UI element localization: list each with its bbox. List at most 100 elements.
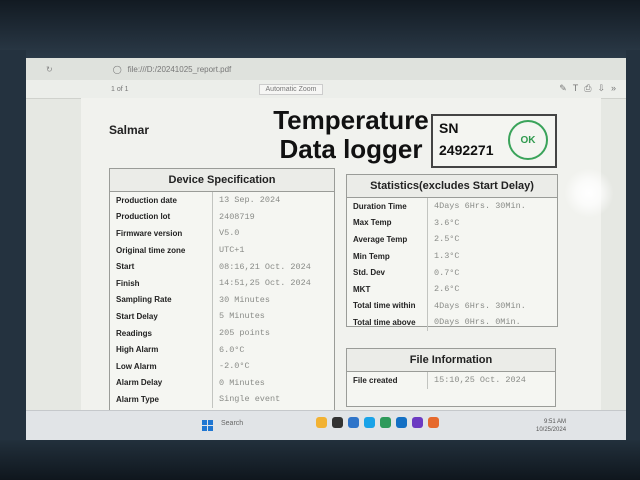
table-row: Alarm Delay 0 Minutes bbox=[110, 374, 334, 392]
report-title: Temperature Data logger bbox=[261, 106, 441, 164]
row-value: V5.0 bbox=[212, 225, 332, 242]
row-value: 3.6°C bbox=[427, 214, 555, 232]
row-label: Readings bbox=[116, 328, 153, 338]
app-icon[interactable] bbox=[332, 417, 343, 428]
sn-label: SN bbox=[439, 120, 459, 136]
file-explorer-icon[interactable] bbox=[316, 417, 327, 428]
row-value: 2.5°C bbox=[427, 231, 555, 248]
row-label: Total time within bbox=[353, 301, 416, 311]
edge-icon[interactable] bbox=[364, 417, 375, 428]
row-value: 205 points bbox=[212, 324, 332, 342]
table-row: Firmware version V5.0 bbox=[110, 225, 334, 242]
table-row: Production date 13 Sep. 2024 bbox=[110, 192, 334, 209]
table-row: Min Temp 1.3°C bbox=[347, 247, 557, 265]
menu-icon[interactable]: » bbox=[611, 83, 616, 94]
row-value: 0Days 0Hrs. 0Min. bbox=[427, 314, 555, 331]
clock-time: 9:51 AM bbox=[544, 419, 567, 425]
title-line-2: Data logger bbox=[279, 134, 423, 164]
row-value: UTC+1 bbox=[212, 241, 332, 259]
row-value: 15:10,25 Oct. 2024 bbox=[427, 372, 553, 389]
table-row: MKT 2.6°C bbox=[347, 280, 557, 298]
url-text[interactable]: file:///D:/20241025_report.pdf bbox=[128, 65, 232, 74]
company-name: Salmar bbox=[109, 123, 150, 137]
row-label: Production date bbox=[116, 195, 177, 205]
table-row: Readings 205 points bbox=[110, 324, 334, 342]
row-value: 5 Minutes bbox=[212, 308, 332, 325]
statistics-panel: Statistics(excludes Start Delay) Duratio… bbox=[346, 174, 558, 331]
system-tray-clock[interactable]: 9:51 AM 10/25/2024 bbox=[536, 418, 566, 434]
table-row: Std. Dev 0.7°C bbox=[347, 264, 557, 281]
clock-date: 10/25/2024 bbox=[536, 427, 567, 433]
row-label: High Alarm bbox=[116, 345, 159, 355]
taskbar-search[interactable]: Search bbox=[221, 420, 243, 427]
teams-icon[interactable] bbox=[412, 417, 423, 428]
table-row: Low Alarm -2.0°C bbox=[110, 357, 334, 375]
screen: ↻ ◯ file:///D:/20241025_report.pdf 1 of … bbox=[26, 58, 626, 440]
sn-value: 2492271 bbox=[439, 142, 494, 158]
page-indicator[interactable]: 1 of 1 bbox=[111, 86, 129, 93]
row-label: Firmware version bbox=[116, 228, 183, 238]
row-label: Original time zone bbox=[116, 245, 186, 255]
table-row: Production lot 2408719 bbox=[110, 208, 334, 226]
row-label: Alarm Type bbox=[116, 394, 159, 404]
table-row: Average Temp 2.5°C bbox=[347, 231, 557, 248]
monitor-bezel-top bbox=[0, 0, 640, 58]
row-label: Min Temp bbox=[353, 251, 390, 261]
row-value: Single event bbox=[212, 391, 332, 408]
store-icon[interactable] bbox=[348, 417, 359, 428]
firefox-icon[interactable] bbox=[428, 417, 439, 428]
row-label: Finish bbox=[116, 278, 140, 288]
chrome-icon[interactable] bbox=[380, 417, 391, 428]
table-row: Start Delay 5 Minutes bbox=[110, 308, 334, 325]
monitor-bezel-left bbox=[0, 50, 26, 445]
row-value: 2.6°C bbox=[427, 280, 555, 298]
row-value: -2.0°C bbox=[212, 357, 332, 375]
row-value: 4Days 6Hrs. 30Min. bbox=[427, 297, 555, 315]
table-row: Start 08:16,21 Oct. 2024 bbox=[110, 258, 334, 275]
title-line-1: Temperature bbox=[273, 105, 429, 135]
serial-number-box: SN 2492271 OK bbox=[431, 114, 557, 168]
row-label: Std. Dev bbox=[353, 268, 386, 278]
reload-icon[interactable]: ↻ bbox=[46, 65, 53, 74]
start-button[interactable] bbox=[202, 420, 213, 431]
row-label: Duration Time bbox=[353, 201, 407, 211]
row-value: 13 Sep. 2024 bbox=[212, 192, 332, 209]
row-label: Start bbox=[116, 262, 135, 272]
row-value: 0.7°C bbox=[427, 264, 555, 281]
file-information-title: File Information bbox=[347, 349, 555, 372]
outlook-icon[interactable] bbox=[396, 417, 407, 428]
print-icon[interactable]: ⎙ bbox=[584, 83, 591, 94]
monitor-bezel-bottom bbox=[0, 440, 640, 480]
screen-glare bbox=[564, 168, 614, 218]
draw-icon[interactable]: ✎ bbox=[559, 83, 567, 94]
monitor-bezel-right bbox=[626, 50, 640, 445]
taskbar: Search 9:51 AM 10/25/2024 bbox=[26, 410, 626, 440]
device-specification-panel: Device Specification Production date 13 S… bbox=[109, 168, 335, 416]
table-row: File created 15:10,25 Oct. 2024 bbox=[347, 372, 555, 389]
row-label: MKT bbox=[353, 284, 371, 294]
table-row: Original time zone UTC+1 bbox=[110, 241, 334, 259]
statistics-title: Statistics(excludes Start Delay) bbox=[347, 175, 557, 198]
table-row: Duration Time 4Days 6Hrs. 30Min. bbox=[347, 198, 557, 215]
zoom-select[interactable]: Automatic Zoom bbox=[258, 83, 324, 95]
row-label: File created bbox=[353, 375, 398, 385]
address-bar[interactable]: ◯ file:///D:/20241025_report.pdf bbox=[113, 65, 232, 74]
row-value: 30 Minutes bbox=[212, 291, 332, 309]
ok-status-badge: OK bbox=[508, 120, 548, 160]
table-row: Finish 14:51,25 Oct. 2024 bbox=[110, 274, 334, 292]
device-specification-title: Device Specification bbox=[110, 169, 334, 192]
table-row: Total time within 4Days 6Hrs. 30Min. bbox=[347, 297, 557, 315]
row-value: 14:51,25 Oct. 2024 bbox=[212, 274, 332, 292]
table-row: High Alarm 6.0°C bbox=[110, 341, 334, 358]
row-label: Sampling Rate bbox=[116, 295, 172, 305]
row-label: Average Temp bbox=[353, 234, 408, 244]
table-row: Max Temp 3.6°C bbox=[347, 214, 557, 232]
row-value: 6.0°C bbox=[212, 341, 332, 358]
table-row: Alarm Type Single event bbox=[110, 391, 334, 408]
text-icon[interactable]: T bbox=[573, 83, 579, 94]
row-label: Max Temp bbox=[353, 218, 392, 228]
table-row: Sampling Rate 30 Minutes bbox=[110, 291, 334, 309]
table-row: Total time above 0Days 0Hrs. 0Min. bbox=[347, 314, 557, 331]
save-icon[interactable]: ⇩ bbox=[597, 83, 605, 94]
row-value: 0 Minutes bbox=[212, 374, 332, 392]
